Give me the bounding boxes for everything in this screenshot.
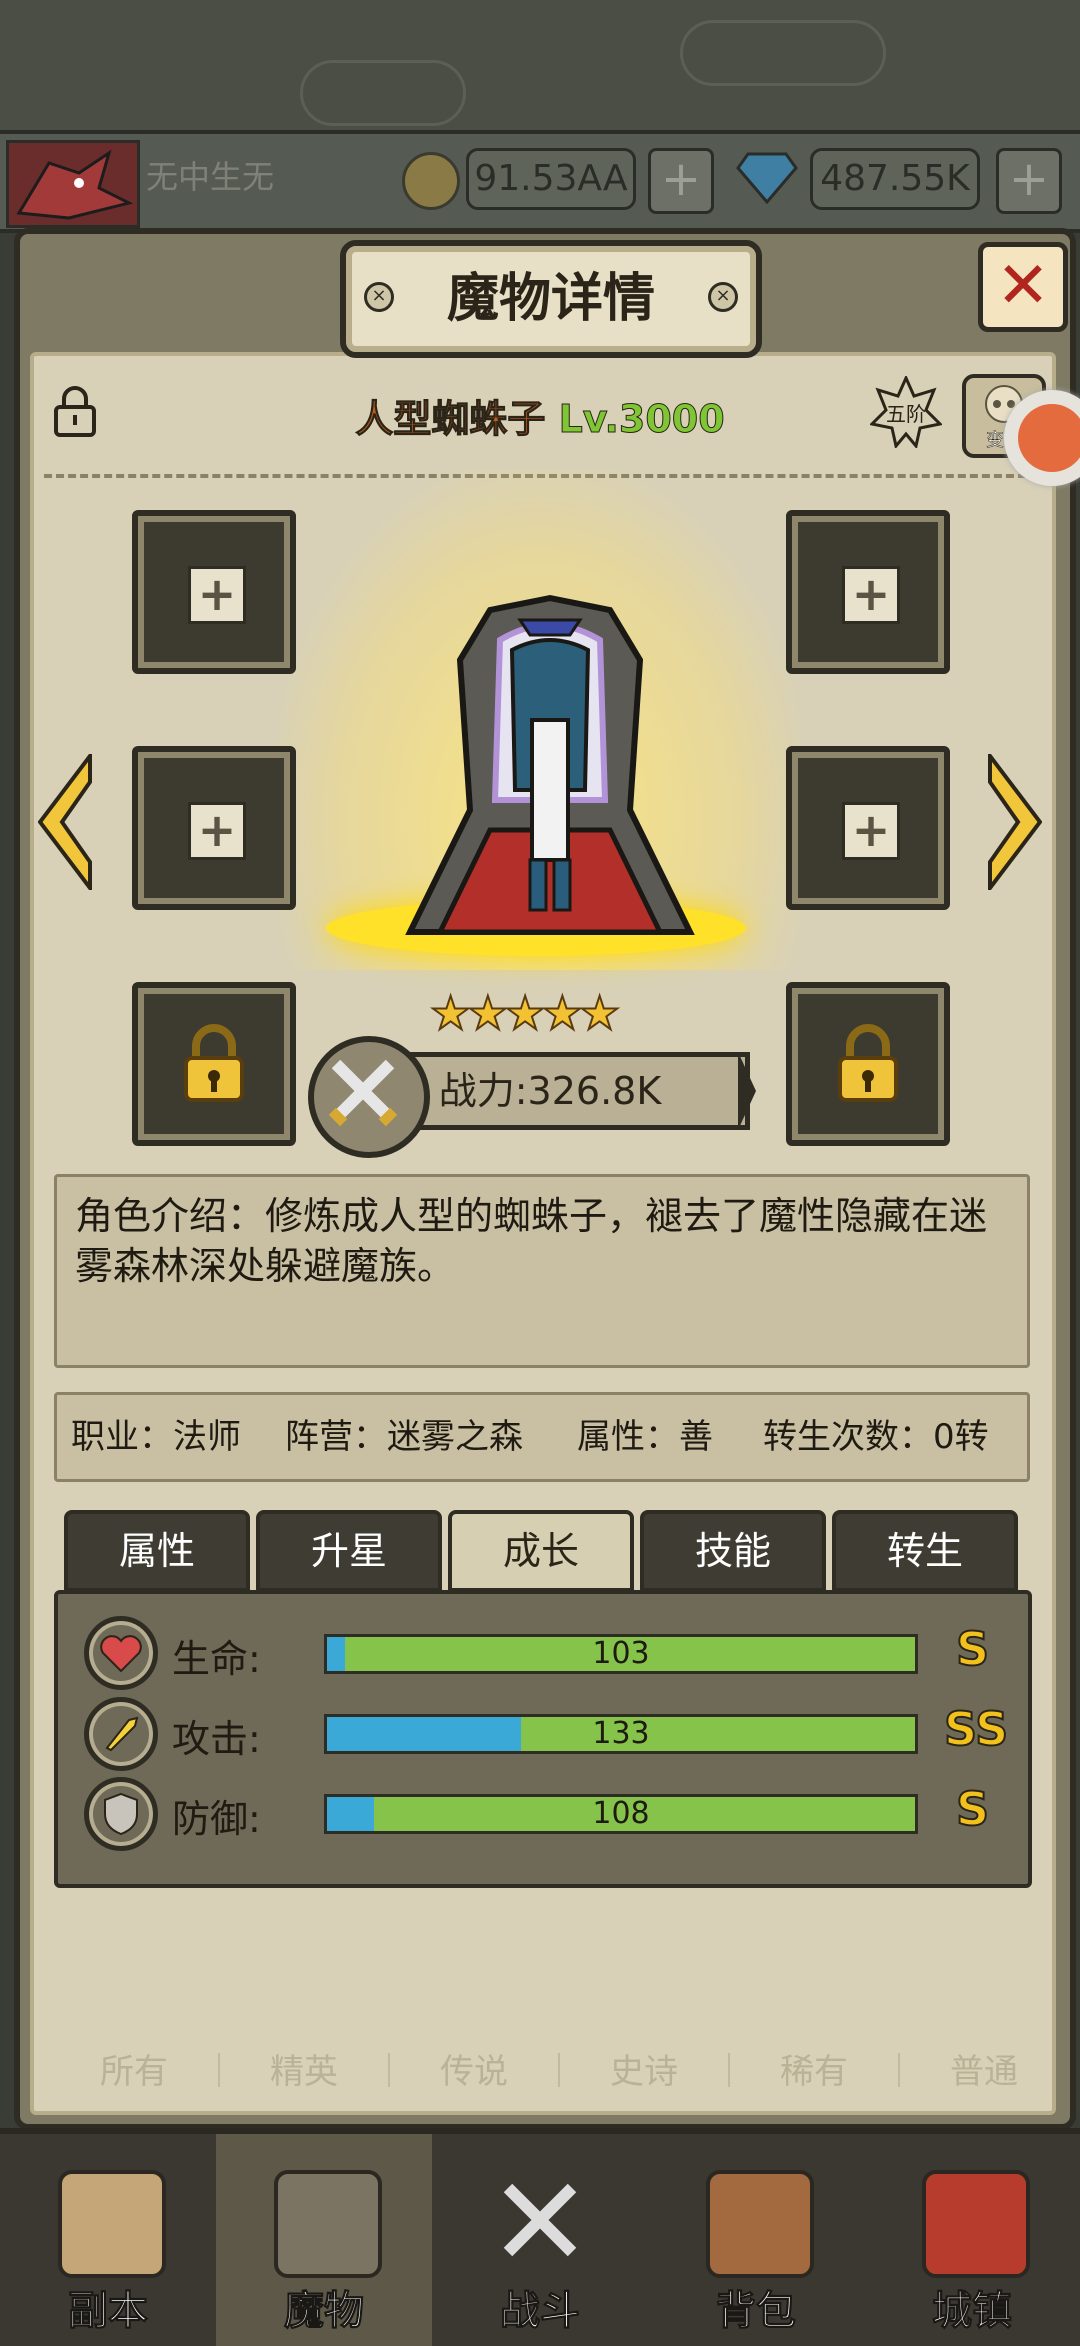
shield-icon xyxy=(84,1777,158,1851)
add-equipment-icon: + xyxy=(842,802,900,860)
cloud-decoration xyxy=(300,60,466,126)
diamond-amount: 487.55K xyxy=(810,148,980,210)
nav-battle[interactable]: 战斗 xyxy=(432,2134,648,2346)
stat-label-atk: 攻击: xyxy=(172,1717,261,1761)
stat-label-hp: 生命: xyxy=(172,1637,261,1681)
map-icon xyxy=(58,2170,166,2278)
stat-bar-hp: 103 xyxy=(324,1634,918,1674)
backpack-icon xyxy=(706,2170,814,2278)
add-equipment-icon: + xyxy=(188,802,246,860)
gold-amount: 91.53AA xyxy=(466,148,636,210)
tab-upgrade-star[interactable]: 升星 xyxy=(256,1510,442,1592)
previous-monster-arrow-icon[interactable] xyxy=(38,754,92,890)
grade-hp: S xyxy=(955,1621,990,1677)
assist-icon xyxy=(1018,404,1080,472)
info-row: 职业：法师 阵营：迷雾之森 属性：善 转生次数：0转 xyxy=(54,1392,1030,1482)
diamond-icon xyxy=(736,152,798,204)
nav-label: 城镇 xyxy=(932,2288,1013,2335)
stat-label-def: 防御: xyxy=(172,1797,261,1841)
nav-town[interactable]: 城镇 xyxy=(864,2134,1080,2346)
crossed-swords-icon xyxy=(328,1059,398,1127)
bottom-navigation: 副本 魔物 战斗 背包 城镇 xyxy=(0,2128,1080,2346)
monster-name: 人型蜘蛛子 xyxy=(355,397,546,442)
nav-monster[interactable]: 魔物 xyxy=(216,2134,432,2346)
padlock-icon xyxy=(838,1024,898,1102)
add-diamond-button[interactable]: + xyxy=(996,148,1062,214)
bolt-icon: × xyxy=(708,282,738,312)
grade-def: S xyxy=(955,1781,990,1837)
stat-value-def: 108 xyxy=(592,1796,650,1831)
add-equipment-icon: + xyxy=(842,566,900,624)
equipment-slot-locked-2[interactable] xyxy=(786,982,950,1146)
tab-rebirth[interactable]: 转生 xyxy=(832,1510,1018,1592)
title-plate: × 魔物详情 × xyxy=(340,240,762,358)
crossed-swords-icon xyxy=(503,2183,577,2257)
stat-bar-def: 108 xyxy=(324,1794,918,1834)
nav-label: 战斗 xyxy=(500,2288,581,2335)
power-bar-tip xyxy=(738,1052,756,1130)
equipment-slot-locked-1[interactable] xyxy=(132,982,296,1146)
tab-growth[interactable]: 成长 xyxy=(448,1510,634,1592)
rank-label: 五阶 xyxy=(886,402,926,426)
add-equipment-icon: + xyxy=(188,566,246,624)
resource-bar: 无中生无 91.53AA + 487.55K + xyxy=(0,130,1080,233)
rank-badge: 五阶 xyxy=(868,374,944,450)
padlock-icon xyxy=(184,1024,244,1102)
player-avatar[interactable] xyxy=(6,140,140,228)
monster-level: Lv.3000 xyxy=(558,397,725,442)
tab-attributes[interactable]: 属性 xyxy=(64,1510,250,1592)
panel-title: 魔物详情 xyxy=(446,269,655,329)
cloud-decoration xyxy=(680,20,886,86)
tab-skills[interactable]: 技能 xyxy=(640,1510,826,1592)
star-rating: ★★★★★ xyxy=(429,985,621,1041)
stat-value-hp: 103 xyxy=(592,1636,650,1671)
dragon-icon xyxy=(16,149,134,220)
add-gold-button[interactable]: + xyxy=(648,148,714,214)
close-button[interactable]: ✕ xyxy=(978,242,1068,332)
equipment-slot-4[interactable]: + xyxy=(786,746,950,910)
monster-icon xyxy=(274,2170,382,2278)
nav-label: 背包 xyxy=(716,2288,797,2335)
rebirth-info: 转生次数：0转 xyxy=(763,1417,989,1457)
nav-label: 副本 xyxy=(68,2288,149,2335)
background-scenery xyxy=(0,0,1080,140)
equipment-slot-2[interactable]: + xyxy=(786,510,950,674)
equipment-slot-1[interactable]: + xyxy=(132,510,296,674)
stat-bar-atk: 133 xyxy=(324,1714,918,1754)
gold-coin-icon xyxy=(402,152,460,210)
town-icon xyxy=(922,2170,1030,2278)
background-list-ghost: 所有 ｜ 精英 ｜ 传说 ｜ 史诗 ｜ 稀有 ｜ 普通 xyxy=(100,2052,1018,2092)
power-emblem xyxy=(308,1036,430,1158)
next-monster-arrow-icon[interactable] xyxy=(988,754,1042,890)
spider-girl-monster-sprite xyxy=(405,594,695,935)
grade-atk: SS xyxy=(943,1701,1009,1757)
sword-icon xyxy=(84,1697,158,1771)
description-box: 角色介绍：修炼成人型的蜘蛛子，褪去了魔性隐藏在迷雾森林深处躲避魔族。 xyxy=(54,1174,1030,1368)
job-info: 职业：法师 xyxy=(71,1417,241,1457)
heart-icon xyxy=(84,1616,158,1690)
player-name: 无中生无 xyxy=(146,158,275,196)
attribute-info: 属性：善 xyxy=(577,1417,713,1457)
nav-label: 魔物 xyxy=(284,2288,365,2335)
stat-value-atk: 133 xyxy=(592,1716,650,1751)
camp-info: 阵营：迷雾之森 xyxy=(285,1417,523,1457)
nav-backpack[interactable]: 背包 xyxy=(648,2134,864,2346)
monster-description: 角色介绍：修炼成人型的蜘蛛子，褪去了魔性隐藏在迷雾森林深处躲避魔族。 xyxy=(75,1194,988,1288)
equipment-slot-3[interactable]: + xyxy=(132,746,296,910)
nav-dungeon[interactable]: 副本 xyxy=(0,2134,216,2346)
